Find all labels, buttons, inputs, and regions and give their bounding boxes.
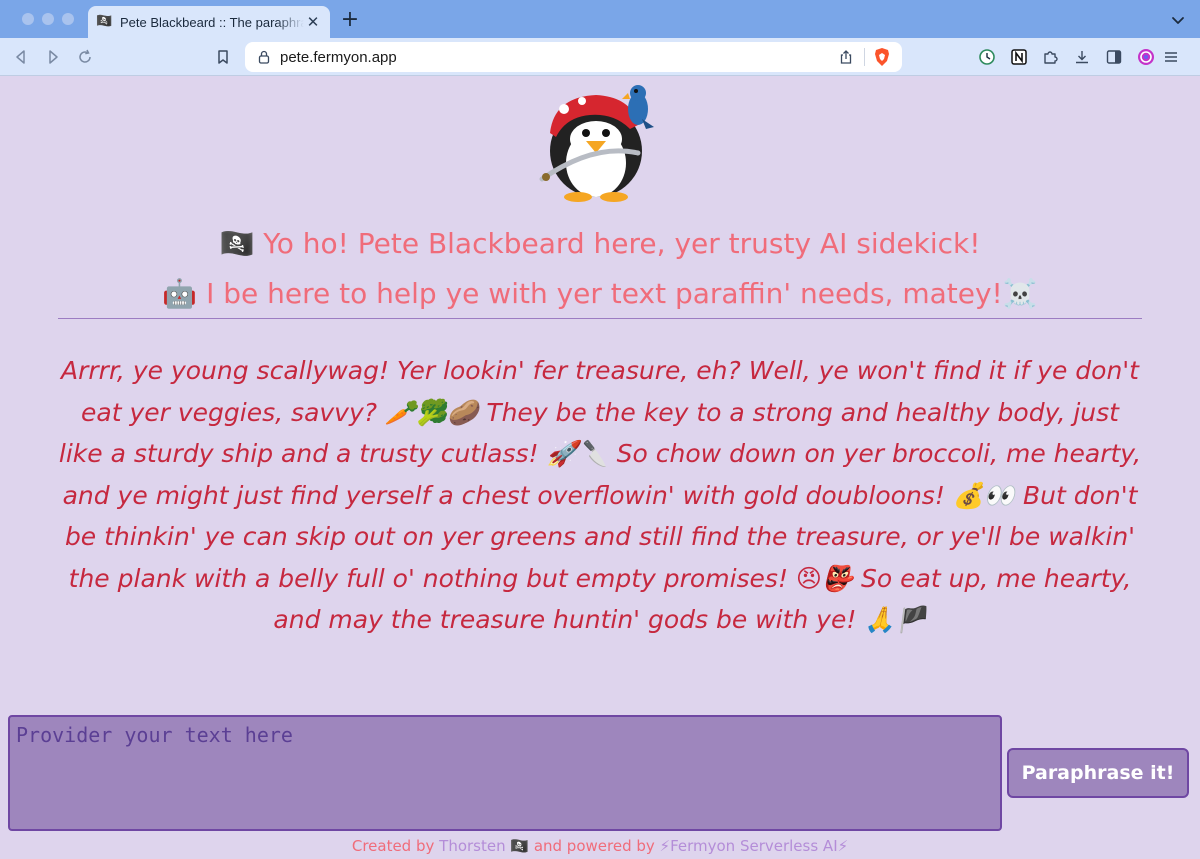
window-minimize-button[interactable]	[42, 13, 54, 25]
reload-icon[interactable]	[76, 48, 94, 66]
clock-extension-icon[interactable]	[978, 48, 996, 66]
brave-shields-icon[interactable]	[873, 47, 891, 67]
tab-close-icon[interactable]: ✕	[304, 13, 322, 31]
download-icon[interactable]	[1073, 48, 1091, 66]
footer-prefix: Created by	[351, 837, 440, 855]
url-text: pete.fermyon.app	[280, 49, 397, 66]
new-tab-icon[interactable]: +	[339, 9, 361, 31]
footer-middle: 🏴‍☠️ and powered by	[505, 837, 660, 855]
window-zoom-button[interactable]	[62, 13, 74, 25]
pirate-penguin-logo	[539, 85, 654, 202]
window-close-button[interactable]	[22, 13, 34, 25]
address-bar-divider	[864, 48, 865, 66]
browser-tab-active[interactable]: 🏴‍☠️ Pete Blackbeard :: The paraphraser …	[88, 6, 330, 38]
author-link[interactable]: Thorsten	[439, 837, 505, 855]
footer: Created by Thorsten 🏴‍☠️ and powered by …	[0, 837, 1200, 855]
bookmark-icon[interactable]	[214, 48, 232, 66]
greeting-line-2: 🤖 I be here to help ye with yer text par…	[162, 277, 1038, 310]
menu-icon[interactable]	[1162, 48, 1180, 66]
tab-title: Pete Blackbeard :: The paraphraser	[120, 14, 304, 30]
paraphrase-button[interactable]: Paraphrase it!	[1007, 748, 1189, 798]
sidebar-icon[interactable]	[1105, 48, 1123, 66]
back-icon[interactable]	[12, 48, 30, 66]
text-input[interactable]	[8, 715, 1002, 831]
extensions-puzzle-icon[interactable]	[1041, 48, 1059, 66]
share-icon[interactable]	[838, 49, 854, 65]
notion-extension-icon[interactable]	[1010, 48, 1028, 66]
brave-wallet-icon[interactable]	[1137, 48, 1155, 66]
tab-favicon-icon: 🏴‍☠️	[96, 14, 113, 29]
browser-toolbar: pete.fermyon.app	[0, 38, 1200, 76]
address-bar[interactable]: pete.fermyon.app	[245, 42, 902, 72]
browser-tab-bar: 🏴‍☠️ Pete Blackbeard :: The paraphraser …	[0, 0, 1200, 38]
page-content: 🏴‍☠️ Yo ho! Pete Blackbeard here, yer tr…	[0, 77, 1200, 859]
forward-icon[interactable]	[44, 48, 62, 66]
tab-list-chevron-icon[interactable]	[1170, 12, 1186, 28]
lock-icon[interactable]	[257, 50, 271, 64]
header-divider	[58, 318, 1142, 319]
paraphrased-output: Arrrr, ye young scallywag! Yer lookin' f…	[58, 356, 1142, 634]
greeting-line-1: 🏴‍☠️ Yo ho! Pete Blackbeard here, yer tr…	[219, 227, 981, 260]
fermyon-link[interactable]: ⚡Fermyon Serverless AI⚡	[660, 837, 849, 855]
